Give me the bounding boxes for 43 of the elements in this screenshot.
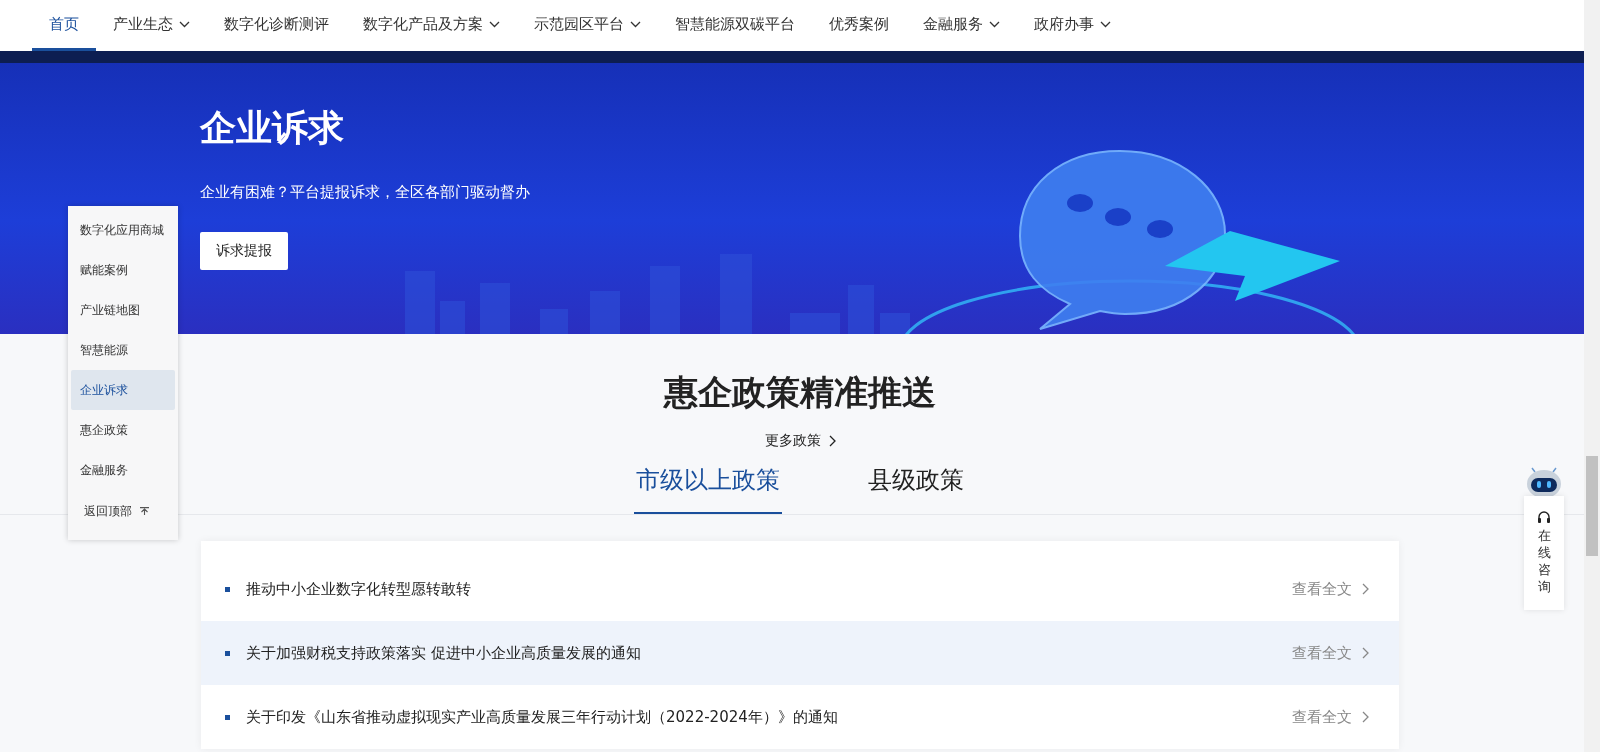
chevron-right-icon (1362, 711, 1369, 723)
side-menu-item[interactable]: 惠企政策 (71, 410, 175, 450)
policy-title: 推动中小企业数字化转型愿转敢转 (246, 579, 472, 599)
nav-item[interactable]: 政府办事 (1017, 0, 1128, 51)
nav-item[interactable]: 数字化诊断测评 (207, 0, 346, 51)
side-menu-item[interactable]: 智慧能源 (71, 330, 175, 370)
side-menu-item[interactable]: 金融服务 (71, 450, 175, 490)
policy-title: 关于加强财税支持政策落实 促进中小企业高质量发展的通知 (246, 643, 642, 663)
nav-item[interactable]: 产业生态 (96, 0, 207, 51)
policy-title: 关于印发《山东省推动虚拟现实产业高质量发展三年行动计划（2022-2024年）》的通知 (246, 707, 839, 727)
chevron-right-icon (828, 435, 836, 447)
chevron-right-icon (1362, 583, 1369, 595)
policy-row[interactable]: 关于加强财税支持政策落实 促进中小企业高质量发展的通知 查看全文 (201, 621, 1399, 685)
section-title: 惠企政策精准推送 (664, 371, 936, 414)
nav-item[interactable]: 示范园区平台 (517, 0, 658, 51)
nav-item[interactable]: 数字化产品及方案 (346, 0, 517, 51)
bullet-icon (225, 586, 230, 592)
arrow-up-icon (140, 507, 149, 515)
headset-icon (1537, 510, 1551, 524)
policy-tab[interactable]: 县级政策 (866, 464, 966, 514)
side-menu-item[interactable]: 产业链地图 (71, 290, 175, 330)
robot-icon (1525, 466, 1563, 498)
policy-row[interactable]: 关于印发《山东省推动虚拟现实产业高质量发展三年行动计划（2022-2024年）》的通知 查看全文 (201, 685, 1399, 749)
policy-row[interactable]: 推动中小企业数字化转型愿转敢转 查看全文 (201, 557, 1399, 621)
banner-subtitle: 企业有困难？平台提报诉求，全区各部门驱动督办 (200, 183, 530, 202)
more-policies-link[interactable]: 更多政策 (764, 432, 836, 450)
side-menu-item[interactable]: 企业诉求 (71, 370, 175, 410)
nav-item[interactable]: 金融服务 (906, 0, 1017, 51)
submit-request-button[interactable]: 诉求提报 (200, 232, 288, 270)
bullet-icon (225, 714, 230, 720)
scrollbar[interactable] (1584, 0, 1600, 752)
banner-title: 企业诉求 (200, 106, 344, 150)
chevron-right-icon (1362, 647, 1369, 659)
bullet-icon (225, 650, 230, 656)
view-full-text-link[interactable]: 查看全文 (1292, 579, 1369, 599)
side-menu-item[interactable]: 数字化应用商城 (71, 210, 175, 250)
nav-item[interactable]: 优秀案例 (812, 0, 906, 51)
online-consult-button[interactable]: 在线咨询 (1524, 496, 1564, 610)
back-to-top-button[interactable]: 返回顶部 (71, 490, 175, 532)
nav-item[interactable]: 智慧能源双碳平台 (658, 0, 812, 51)
side-menu-item[interactable]: 赋能案例 (71, 250, 175, 290)
view-full-text-link[interactable]: 查看全文 (1292, 707, 1369, 727)
policy-tab[interactable]: 市级以上政策 (634, 464, 782, 514)
